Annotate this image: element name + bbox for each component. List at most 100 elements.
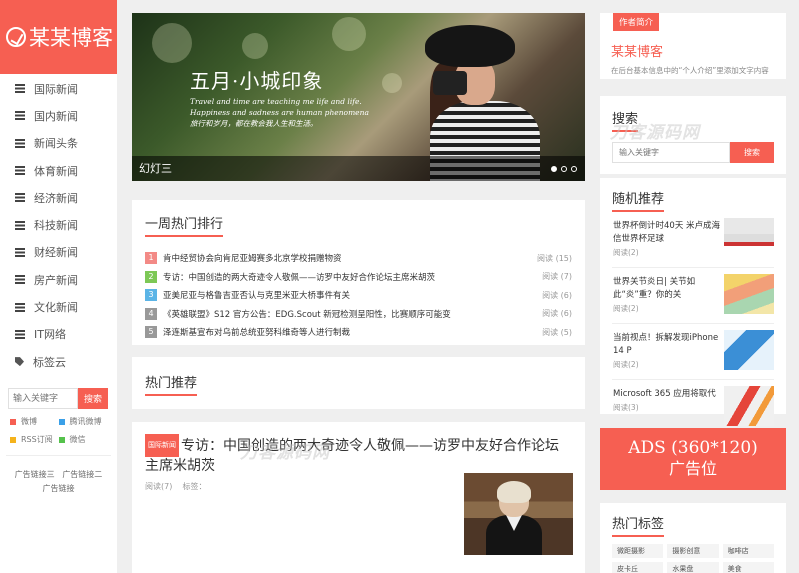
rss-icon [10, 436, 16, 443]
article-thumbnail[interactable] [464, 473, 573, 555]
nav-item-finance[interactable]: 财经新闻 [0, 239, 117, 266]
bokeh-light [152, 23, 192, 63]
random-item[interactable]: 世界关节炎日| 关节如此“炎”重？你的关 阅读(2) [612, 268, 774, 324]
hot-list-item[interactable]: 3 亚美尼亚与格鲁吉亚否认与克里米亚大桥事件有关 阅读 (6) [145, 286, 572, 305]
bokeh-light [382, 73, 402, 93]
nav-item-realestate[interactable]: 房产新闻 [0, 266, 117, 293]
site-logo[interactable]: 某某博客 [0, 0, 117, 74]
search-input[interactable] [612, 142, 730, 163]
article-title-text[interactable]: 专访：中国创造的两大奇迹令人敬佩——访罗中友好合作论坛主席米胡茨 [145, 438, 559, 474]
tencent-weibo-icon [58, 418, 65, 425]
author-profile: 作者简介 某某博客 在后台基本信息中的“个人介绍”里添加文字内容 [600, 13, 786, 79]
list-icon [15, 329, 25, 339]
social-label: 微博 [21, 417, 37, 427]
ad-banner[interactable]: ADS (360*120) 广告位 [600, 428, 786, 490]
list-icon [15, 84, 25, 94]
hot-item-title[interactable]: 泽连斯基宣布对乌前总统亚努科维奇等人进行制裁 [163, 326, 536, 338]
slider-dot[interactable] [561, 166, 567, 172]
nav-item-tagcloud[interactable]: 标签云 [0, 348, 117, 375]
tag-item[interactable]: 摄影创意 [667, 544, 719, 558]
nav-item-culture[interactable]: 文化新闻 [0, 293, 117, 320]
nav-item-international[interactable]: 国际新闻 [0, 75, 117, 102]
nav-item-economy[interactable]: 经济新闻 [0, 184, 117, 211]
random-item[interactable]: 世界杯倒计时40天 米卢成海信世界杯足球 阅读(2) [612, 212, 774, 268]
nav-label: 房产新闻 [34, 273, 78, 287]
tag-item[interactable]: 微距摄影 [612, 544, 664, 558]
nav-label: 文化新闻 [34, 301, 78, 315]
camera-icon [433, 71, 467, 95]
social-tencent-weibo[interactable]: 腾讯微博 [58, 416, 108, 427]
hot-list-item[interactable]: 2 专访：中国创造的两大奇迹令人敬佩——访罗中友好合作论坛主席米胡茨 阅读 (7) [145, 268, 572, 287]
slider-dots [551, 166, 577, 172]
rank-badge: 3 [145, 289, 157, 302]
random-recommend: 随机推荐 世界杯倒计时40天 米卢成海信世界杯足球 阅读(2) 世界关节炎日| … [600, 178, 786, 426]
social-wechat[interactable]: 微信 [58, 434, 108, 445]
nav-label: 新闻头条 [34, 137, 78, 151]
article-tags-label: 标签： [182, 482, 207, 491]
search-button[interactable]: 搜索 [730, 142, 774, 163]
ad-line-2: 广告位 [668, 459, 717, 478]
category-badge[interactable]: 国际新闻 [145, 434, 179, 457]
article-title[interactable]: 国际新闻 专访：中国创造的两大奇迹令人敬佩——访罗中友好合作论坛主席米胡茨 [145, 434, 565, 476]
nav-label: 体育新闻 [34, 164, 78, 178]
tag-item[interactable]: 水果盘 [667, 562, 719, 573]
list-icon [15, 138, 25, 148]
ad-link[interactable]: 广告链接二 [62, 470, 102, 479]
read-count: 阅读 (6) [542, 309, 572, 319]
random-item-title[interactable]: 世界杯倒计时40天 米卢成海信世界杯足球 [613, 220, 721, 245]
section-title: 一周热门排行 [145, 213, 224, 237]
hot-item-title[interactable]: 专访：中国创造的两大奇迹令人敬佩——访罗中友好合作论坛主席米胡茨 [163, 271, 536, 283]
section-title: 随机推荐 [612, 188, 665, 212]
left-sidebar: 某某博客 国际新闻 国内新闻 新闻头条 体育新闻 经济新闻 科技新闻 财经新闻 … [0, 0, 117, 573]
nav-item-headlines[interactable]: 新闻头条 [0, 130, 117, 157]
nav-item-sports[interactable]: 体育新闻 [0, 157, 117, 184]
hot-item-title[interactable]: 《英雄联盟》S12 官方公告：EDG.Scout 新冠检测呈阳性，比赛顺序可能变 [163, 308, 536, 320]
ad-link[interactable]: 广告链接三 [15, 470, 55, 479]
sidebar-search-button[interactable]: 搜索 [78, 388, 108, 410]
hot-tags: 热门标签 微距摄影 摄影创意 咖啡店 皮卡丘 水果盘 美食 [600, 503, 786, 573]
search-row: 搜索 [612, 142, 774, 163]
read-count: 阅读 (7) [542, 272, 572, 282]
tag-item[interactable]: 咖啡店 [722, 544, 774, 558]
list-icon [15, 111, 25, 121]
hot-list-item[interactable]: 1 肯中经贸协会向肯尼亚姆赛多北京学校捐赠物资 阅读 (15) [145, 249, 572, 268]
hot-list: 1 肯中经贸协会向肯尼亚姆赛多北京学校捐赠物资 阅读 (15) 2 专访：中国创造的两… [145, 249, 572, 342]
random-item-title[interactable]: 世界关节炎日| 关节如此“炎”重？你的关 [613, 276, 721, 301]
nav-item-tech[interactable]: 科技新闻 [0, 211, 117, 238]
thumb-figure-hair [497, 481, 531, 503]
sidebar-search-input[interactable] [8, 388, 78, 410]
random-item-title[interactable]: Microsoft 365 应用将取代 [613, 388, 721, 401]
bokeh-light [332, 17, 366, 51]
weekly-hot-ranking: 一周热门排行 1 肯中经贸协会向肯尼亚姆赛多北京学校捐赠物资 阅读 (15) 2 专访… [132, 200, 585, 345]
slide-caption: 幻灯三 [132, 156, 585, 181]
random-item-thumbnail[interactable] [724, 386, 774, 426]
hot-list-item[interactable]: 5 泽连斯基宣布对乌前总统亚努科维奇等人进行制裁 阅读 (5) [145, 323, 572, 342]
random-item-thumbnail[interactable] [724, 330, 774, 370]
slide-photo-hat [425, 25, 515, 67]
random-item[interactable]: 当前视点！拆解发现iPhone 14 P 阅读(2) [612, 324, 774, 380]
read-count: 阅读 (5) [542, 327, 572, 337]
random-item-reads: 阅读(2) [613, 360, 639, 369]
ad-link[interactable]: 广告链接 [43, 484, 75, 493]
hot-item-title[interactable]: 肯中经贸协会向肯尼亚姆赛多北京学校捐赠物资 [163, 252, 531, 264]
image-slider[interactable]: 五月·小城印象 Travel and time are teaching me … [132, 13, 585, 181]
slider-dot[interactable] [551, 166, 557, 172]
random-item-thumbnail[interactable] [724, 218, 774, 258]
tag-item[interactable]: 美食 [722, 562, 774, 573]
logo-text: 某某博客 [29, 26, 113, 50]
social-weibo[interactable]: 微博 [10, 416, 59, 427]
nav-label: 经济新闻 [34, 191, 78, 205]
random-item-title[interactable]: 当前视点！拆解发现iPhone 14 P [613, 332, 721, 357]
random-item-thumbnail[interactable] [724, 274, 774, 314]
slider-dot[interactable] [571, 166, 577, 172]
tag-item[interactable]: 皮卡丘 [612, 562, 664, 573]
list-icon [15, 220, 25, 230]
hot-list-item[interactable]: 4 《英雄联盟》S12 官方公告：EDG.Scout 新冠检测呈阳性，比赛顺序可能… [145, 305, 572, 324]
hot-item-title[interactable]: 亚美尼亚与格鲁吉亚否认与克里米亚大桥事件有关 [163, 289, 536, 301]
social-rss[interactable]: RSS订阅 [10, 434, 59, 445]
author-tag: 作者简介 [613, 13, 660, 31]
section-title: 热门标签 [612, 513, 665, 537]
nav-item-it[interactable]: IT网络 [0, 321, 117, 348]
nav-item-domestic[interactable]: 国内新闻 [0, 102, 117, 129]
article-card[interactable]: 国际新闻 专访：中国创造的两大奇迹令人敬佩——访罗中友好合作论坛主席米胡茨 阅读(… [132, 422, 585, 573]
